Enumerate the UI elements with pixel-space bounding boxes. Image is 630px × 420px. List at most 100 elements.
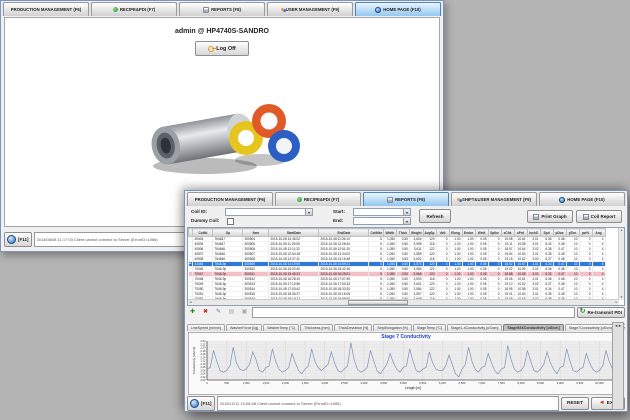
column-header[interactable]: Ang: [592, 229, 605, 237]
signal-tab-2[interactable]: WasherForce [kg]: [226, 324, 262, 331]
x-tick-label: 3,500: [341, 381, 348, 385]
signal-tab-1[interactable]: LineSpeed [m/min]: [187, 324, 225, 331]
x-tick-label: 0: [206, 381, 208, 385]
signal-tab-5[interactable]: ThickDeviation [%]: [334, 324, 372, 331]
column-header[interactable]: sChk: [501, 229, 514, 237]
blue-ring: [268, 130, 300, 162]
x-tick-label: 2,000: [282, 381, 289, 385]
log-off-button[interactable]: Log Off: [195, 41, 249, 56]
x-tick-label: 3,000: [321, 381, 328, 385]
table-horizontal-scrollbar[interactable]: ◄ ►: [188, 299, 619, 305]
x-tick-label: 5,000: [400, 381, 407, 385]
x-tick-label: 1,000: [243, 381, 250, 385]
reports-tab-4[interactable]: SHIFT&USER MANAGEMENT (F9): [451, 192, 537, 206]
column-header[interactable]: Spd: [540, 229, 553, 237]
coil-id-label: Coil ID:: [191, 209, 207, 214]
dummy-coil-checkbox[interactable]: [227, 218, 234, 225]
edit-row-icon[interactable]: ✎: [213, 306, 224, 318]
add-row-icon[interactable]: ✚: [187, 306, 198, 318]
home-tab-5[interactable]: HOME PAGE (F10): [355, 2, 441, 16]
f11-label: [F11]: [18, 237, 29, 242]
coil-key-input[interactable]: [252, 307, 575, 318]
print-graph-button[interactable]: Print Graph: [527, 210, 573, 223]
column-header[interactable]: CoilNbr: [369, 229, 384, 237]
tab-label: RECIPE&PDI (F7): [304, 197, 339, 202]
x-tick-label: 5,500: [419, 381, 426, 385]
column-header[interactable]: Endur: [462, 229, 475, 237]
signal-tab-4[interactable]: Thickness [mm]: [300, 324, 333, 331]
reports-tab-2[interactable]: RECIPE&PDI (F7): [275, 192, 361, 206]
column-header[interactable]: Op: [213, 229, 243, 237]
column-header[interactable]: pTon: [566, 229, 579, 237]
chevron-down-icon[interactable]: ▾: [403, 218, 410, 224]
signal-tab-scroll-arrows[interactable]: ◄►: [612, 322, 624, 410]
home-tab-2[interactable]: RECIPE&PDI (F7): [91, 2, 177, 16]
scroll-left-icon[interactable]: ◄: [188, 300, 193, 305]
save-icon[interactable]: ▤: [226, 306, 237, 318]
scroll-right-icon[interactable]: ►: [618, 323, 622, 328]
signal-tab-7[interactable]: StageTemp [°C]: [413, 324, 446, 331]
column-header[interactable]: Elong: [449, 229, 462, 237]
chevron-down-icon[interactable]: ▾: [305, 209, 312, 215]
users-icon: [281, 8, 284, 11]
reports-tab-5[interactable]: HOME PAGE (F10): [539, 192, 625, 206]
start-combo[interactable]: ▾: [353, 208, 411, 216]
tab-label: REPORTS (F8): [395, 197, 425, 202]
start-label: Start:: [333, 209, 345, 214]
signal-tab-10[interactable]: Stage7Conductivity [uS/cm]: [565, 324, 617, 331]
column-header[interactable]: EndDate: [319, 229, 369, 237]
language-button[interactable]: [F11]: [187, 396, 215, 411]
column-header[interactable]: AvgSp: [423, 229, 436, 237]
column-header[interactable]: CoilId: [193, 229, 213, 237]
tab-label: HOME PAGE (F10): [383, 7, 420, 12]
coil-id-combo[interactable]: ▾: [225, 208, 313, 216]
retransmit-pdi-button[interactable]: ↻ Re-transmit PDI: [577, 307, 625, 318]
table-header-row: CoilIdOpItemStartDateEndDateCoilNbrWidth…: [189, 229, 606, 237]
x-tick-label: 9,500: [576, 381, 583, 385]
table-vertical-scrollbar[interactable]: ▲ ▼: [618, 228, 624, 300]
key-icon: [208, 46, 214, 52]
signal-tab-9[interactable]: Stage5&6Conductivity [uS/cm]: [503, 324, 563, 331]
tab-label: SHIFT&USER MANAGEMENT (F9): [462, 197, 531, 202]
column-header[interactable]: Item: [243, 229, 269, 237]
column-header[interactable]: pw%: [579, 229, 592, 237]
home-tab-3[interactable]: REPORTS (F8): [179, 2, 265, 16]
column-header[interactable]: InchS: [527, 229, 540, 237]
users-icon: [457, 198, 460, 201]
column-header[interactable]: Thick: [396, 229, 409, 237]
delete-row-icon[interactable]: ✖: [200, 306, 211, 318]
language-button[interactable]: [F11]: [4, 232, 32, 247]
globe-icon: [190, 399, 199, 408]
refresh-button[interactable]: Refresh: [419, 209, 451, 223]
column-header[interactable]: Spike: [488, 229, 501, 237]
end-combo[interactable]: ▾: [353, 217, 411, 225]
column-header[interactable]: Volt: [436, 229, 449, 237]
scrollbar-thumb[interactable]: [348, 300, 408, 305]
signal-tab-3[interactable]: WasherTemp [°C]: [263, 324, 299, 331]
tab-label: PRODUCTION MANAGEMENT (F6): [11, 7, 81, 12]
signal-tab-6[interactable]: StripElongation [%]: [373, 324, 412, 331]
scroll-right-icon[interactable]: ►: [614, 300, 619, 305]
home-tab-4[interactable]: USER MANAGEMENT (F9): [267, 2, 353, 16]
copy-icon[interactable]: ▣: [239, 306, 250, 318]
column-header[interactable]: pDos: [553, 229, 566, 237]
reports-tab-3[interactable]: REPORTS (F8): [363, 192, 449, 206]
globe-icon: [7, 235, 16, 244]
reports-window: PRODUCTION MANAGEMENT (F6) RECIPE&PDI (F7…: [184, 190, 628, 412]
column-header[interactable]: Weight: [409, 229, 423, 237]
coil-report-button[interactable]: Coil Report: [576, 210, 622, 223]
column-header[interactable]: sPrd: [514, 229, 527, 237]
home-icon: [375, 7, 381, 13]
column-header[interactable]: StartDate: [269, 229, 319, 237]
signal-tab-8[interactable]: Stage1-4Conductivity [uS/cm]: [447, 324, 502, 331]
logged-user-label: admin @ HP4740S-SANDRO: [5, 28, 439, 35]
scroll-up-icon[interactable]: ▲: [619, 228, 624, 233]
chevron-down-icon[interactable]: ▾: [403, 209, 410, 215]
column-header[interactable]: Width: [383, 229, 396, 237]
column-header[interactable]: Weld: [475, 229, 488, 237]
reports-tab-1[interactable]: PRODUCTION MANAGEMENT (F6): [187, 192, 273, 206]
tab-label: REPORTS (F8): [211, 7, 241, 12]
reset-button[interactable]: RESET: [561, 397, 589, 410]
home-tab-1[interactable]: PRODUCTION MANAGEMENT (F6): [3, 2, 89, 16]
scroll-down-icon[interactable]: ▼: [619, 295, 624, 300]
